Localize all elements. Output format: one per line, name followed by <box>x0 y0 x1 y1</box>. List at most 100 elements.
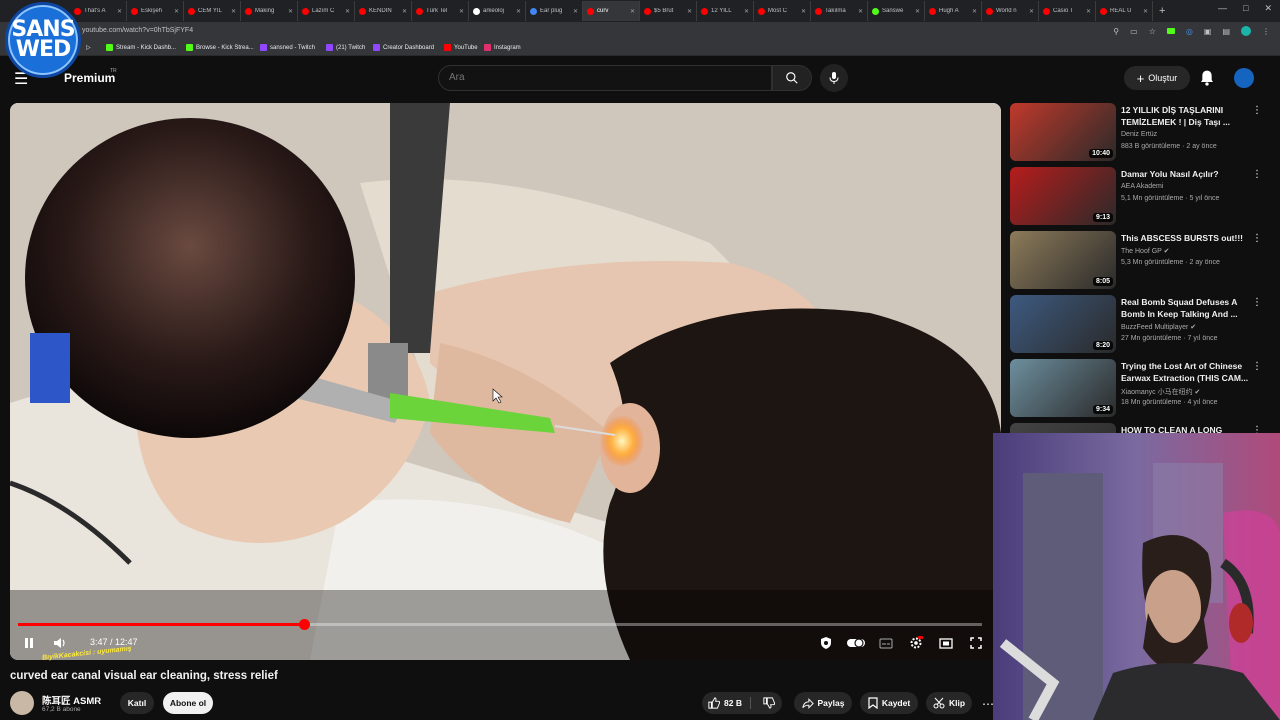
youtube-premium-logo[interactable]: Premium <box>64 71 115 85</box>
subscribe-button[interactable]: Abone ol <box>163 692 213 714</box>
recommended-video-title[interactable]: 12 YILLIK DİŞ TAŞLARINI TEMİZLEMEK ! | D… <box>1121 104 1249 128</box>
sidebar-icon[interactable]: ▤ <box>1222 27 1230 36</box>
video-menu-icon[interactable]: ⋮ <box>1252 233 1262 244</box>
tab-close-icon[interactable]: ✕ <box>1086 8 1091 15</box>
extensions-puzzle-icon[interactable]: ▣ <box>1204 27 1212 36</box>
bookmark-youtube[interactable]: YouTube <box>444 44 478 51</box>
browser-menu-icon[interactable]: ⋮ <box>1262 27 1270 36</box>
volume-button[interactable] <box>52 636 68 650</box>
channel-avatar[interactable] <box>10 691 34 715</box>
video-menu-icon[interactable]: ⋮ <box>1252 105 1262 116</box>
browser-tab[interactable]: World n ✕ <box>982 1 1039 21</box>
bookmark-kick-browse[interactable]: Browse - Kick Strea... <box>186 44 254 51</box>
tab-close-icon[interactable]: ✕ <box>1143 8 1148 15</box>
video-menu-icon[interactable]: ⋮ <box>1252 361 1262 372</box>
recommended-video-title[interactable]: HOW TO CLEAN A LONG HORN <box>1121 424 1249 433</box>
browser-tab[interactable]: Making ✕ <box>241 1 298 21</box>
create-button[interactable]: + Oluştur <box>1124 66 1190 90</box>
tab-close-icon[interactable]: ✕ <box>630 8 635 15</box>
recommended-video[interactable]: 8:05 This ABSCESS BURSTS out!!! The Hoof G… <box>1010 231 1272 291</box>
recommended-video[interactable]: 8:20 Real Bomb Squad Defuses A Bomb In Ke… <box>1010 295 1272 355</box>
browser-tab[interactable]: $5 Brut ✕ <box>640 1 697 21</box>
recommended-video-title[interactable]: Trying the Lost Art of Chinese Earwax Ex… <box>1121 360 1249 384</box>
tab-close-icon[interactable]: ✕ <box>801 8 806 15</box>
video-menu-icon[interactable]: ⋮ <box>1252 425 1262 433</box>
settings-button[interactable] <box>908 635 924 651</box>
recommended-channel-row[interactable]: BuzzFeed Multiplayer ✔ <box>1121 323 1196 331</box>
video-progress-bar[interactable] <box>18 619 982 630</box>
tab-close-icon[interactable]: ✕ <box>687 8 692 15</box>
tab-close-icon[interactable]: ✕ <box>459 8 464 15</box>
browser-tab[interactable]: Takılma ✕ <box>811 1 868 21</box>
bookmark-twitch-21[interactable]: (21) Twitch <box>326 44 365 51</box>
tab-close-icon[interactable]: ✕ <box>1029 8 1034 15</box>
zoom-icon[interactable]: ⚲ <box>1113 27 1119 36</box>
video-thumbnail[interactable]: 10:40 <box>1010 103 1116 161</box>
browser-tab[interactable]: Eskişeh ✕ <box>127 1 184 21</box>
theater-mode-button[interactable] <box>938 636 954 650</box>
browser-tab[interactable]: Türk Tel ✕ <box>412 1 469 21</box>
sponsor-block-button[interactable] <box>818 635 834 651</box>
video-menu-icon[interactable]: ⋮ <box>1252 169 1262 180</box>
tab-close-icon[interactable]: ✕ <box>972 8 977 15</box>
channel-name[interactable]: 陈耳匠 ASMR <box>42 693 101 707</box>
recommended-video-title[interactable]: This ABSCESS BURSTS out!!! <box>1121 232 1249 244</box>
profile-icon[interactable] <box>1241 26 1251 36</box>
browser-tab[interactable]: arkeoloj ✕ <box>469 1 526 21</box>
video-thumbnail[interactable]: 8:05 <box>1010 231 1116 289</box>
new-tab-icon[interactable]: + <box>1159 5 1165 17</box>
recommended-channel-row[interactable]: Deniz Ertüz <box>1121 131 1157 138</box>
browser-tab[interactable]: That's A ✕ <box>70 1 127 21</box>
search-button[interactable] <box>772 65 812 91</box>
account-avatar[interactable] <box>1234 68 1254 88</box>
join-button[interactable]: Katıl <box>120 692 154 714</box>
recommended-channel-row[interactable]: Xiaomanyc 小马在纽约 ✔ <box>1121 387 1200 397</box>
video-thumbnail[interactable]: 9:13 <box>1010 167 1116 225</box>
bookmark-folder-icon[interactable]: ▷ <box>86 44 91 51</box>
fullscreen-button[interactable] <box>968 636 984 650</box>
recommended-channel-row[interactable]: The Hoof GP ✔ <box>1121 247 1170 255</box>
recommended-video[interactable]: 10:40 12 YILLIK DİŞ TAŞLARINI TEMİZLEMEK … <box>1010 103 1272 163</box>
browser-tab[interactable]: curv ✕ <box>583 1 640 21</box>
video-thumbnail[interactable]: 9:34 <box>1010 359 1116 417</box>
minimize-icon[interactable]: — <box>1218 3 1227 14</box>
tab-close-icon[interactable]: ✕ <box>744 8 749 15</box>
tab-close-icon[interactable]: ✕ <box>288 8 293 15</box>
tab-close-icon[interactable]: ✕ <box>573 8 578 15</box>
tab-close-icon[interactable]: ✕ <box>915 8 920 15</box>
browser-tab[interactable]: Lazım C ✕ <box>298 1 355 21</box>
close-icon[interactable]: ✕ <box>1264 3 1272 14</box>
video-menu-icon[interactable]: ⋮ <box>1252 297 1262 308</box>
install-icon[interactable]: ▭ <box>1130 27 1138 36</box>
browser-tab[interactable]: Ear plug ✕ <box>526 1 583 21</box>
bookmark-star-icon[interactable]: ☆ <box>1149 27 1156 36</box>
share-button[interactable]: Paylaş <box>794 692 852 714</box>
autoplay-toggle[interactable] <box>846 636 866 650</box>
pause-button[interactable] <box>22 636 36 650</box>
tab-close-icon[interactable]: ✕ <box>516 8 521 15</box>
video-thumbnail[interactable] <box>1010 423 1116 433</box>
browser-tab[interactable]: 12 YILL ✕ <box>697 1 754 21</box>
tab-close-icon[interactable]: ✕ <box>402 8 407 15</box>
browser-tab[interactable]: KENDİN ✕ <box>355 1 412 21</box>
bookmark-kick-dashboard[interactable]: Stream - Kick Dashb... <box>106 44 176 51</box>
tab-close-icon[interactable]: ✕ <box>231 8 236 15</box>
voice-search-button[interactable] <box>820 64 848 92</box>
tab-close-icon[interactable]: ✕ <box>117 8 122 15</box>
recommended-video-title[interactable]: Real Bomb Squad Defuses A Bomb In Keep T… <box>1121 296 1249 320</box>
search-input[interactable] <box>449 72 749 83</box>
clip-button[interactable]: Klip <box>926 692 972 714</box>
browser-tab[interactable]: Hugh A ✕ <box>925 1 982 21</box>
subtitles-button[interactable] <box>878 636 894 650</box>
search-box[interactable] <box>438 65 772 91</box>
maximize-icon[interactable]: □ <box>1243 3 1248 14</box>
save-button[interactable]: Kaydet <box>860 692 918 714</box>
video-player[interactable] <box>10 103 1001 660</box>
extension-blue-icon[interactable]: ◎ <box>1186 27 1193 36</box>
like-button[interactable]: 82 B <box>708 697 751 709</box>
bookmark-twitch-sansned[interactable]: sansned - Twitch <box>260 44 315 51</box>
dislike-button[interactable] <box>755 697 775 709</box>
tab-close-icon[interactable]: ✕ <box>345 8 350 15</box>
notifications-bell-icon[interactable] <box>1199 69 1215 87</box>
bookmark-creator-dashboard[interactable]: Creator Dashboard <box>373 44 434 51</box>
